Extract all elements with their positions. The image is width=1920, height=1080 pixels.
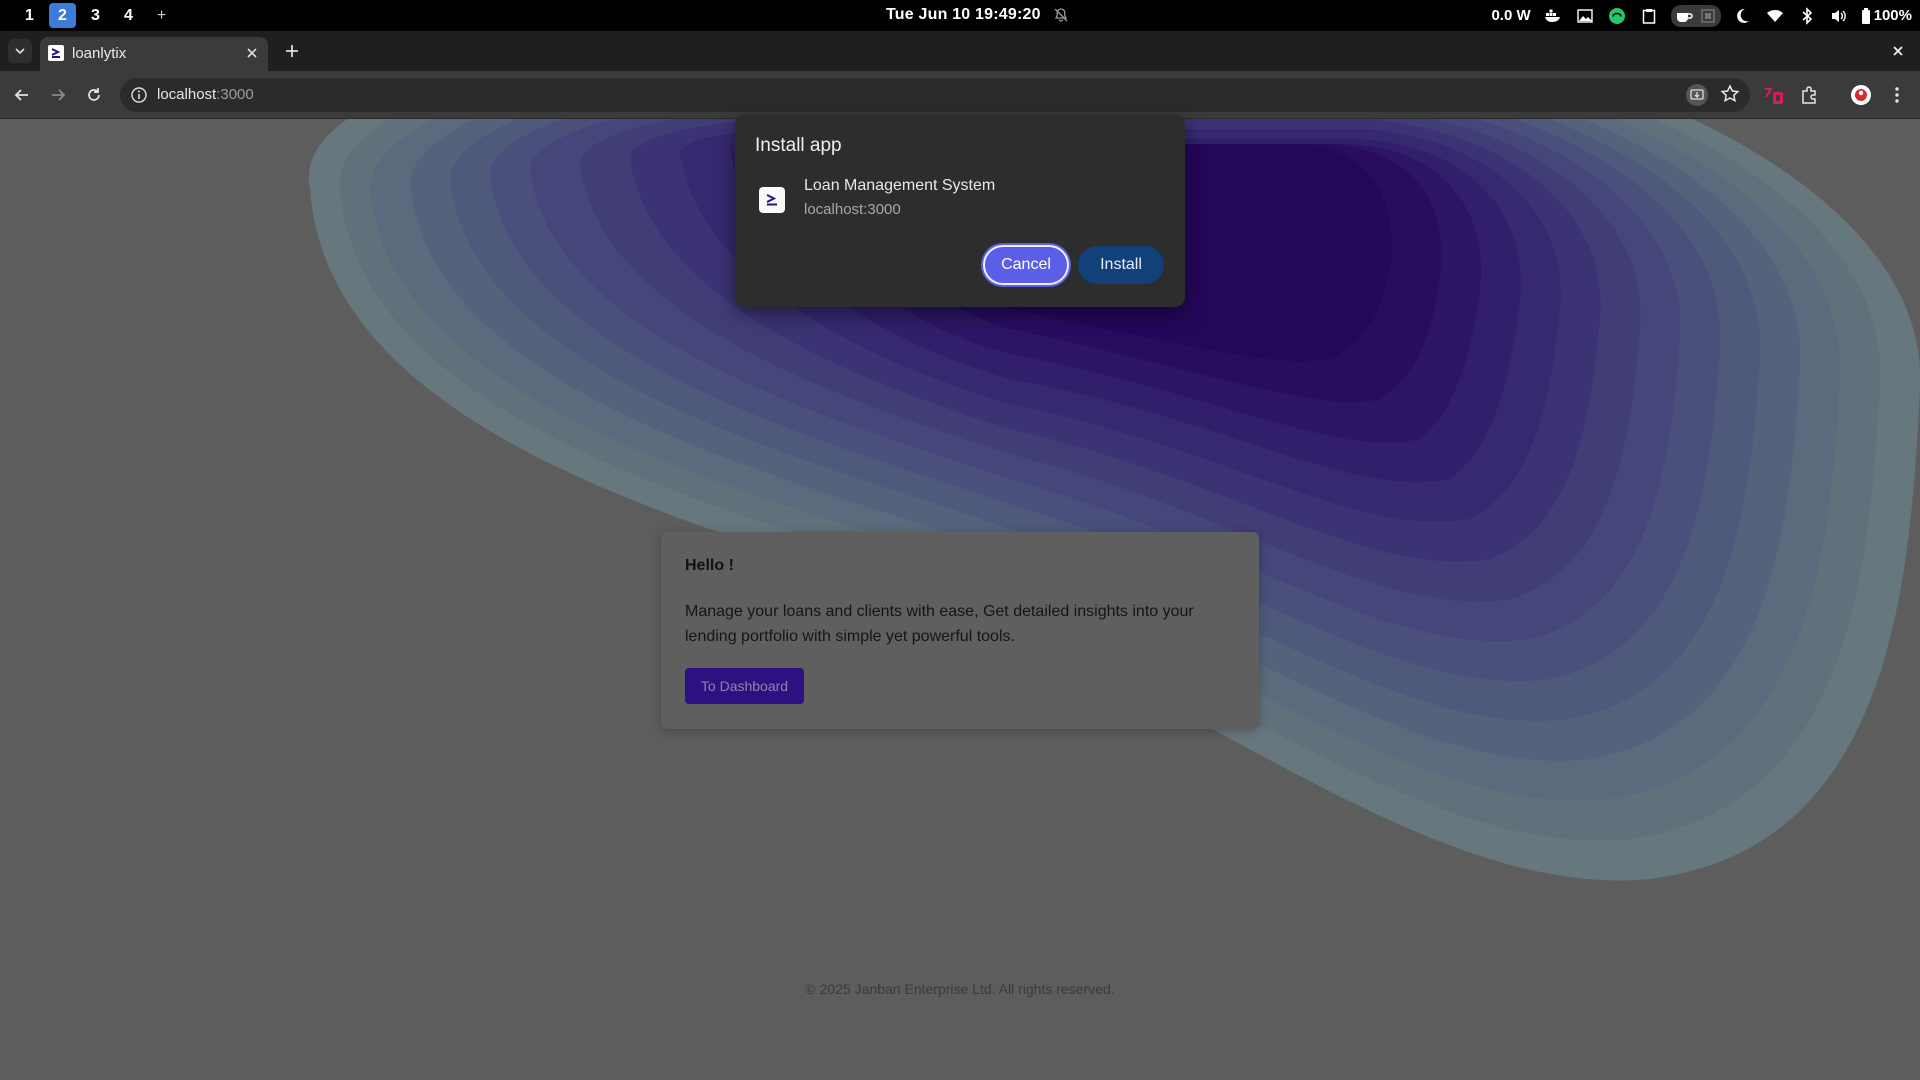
workspace-3[interactable]: 3 [82,3,109,28]
workspace-1[interactable]: 1 [16,3,43,28]
tray-group [1670,4,1721,27]
app-icon [759,187,785,213]
workspace-switcher: 1 2 3 4 + [16,3,175,28]
browser-tab-active[interactable]: loanlytix [40,37,268,71]
footer-copyright: © 2025 Janban Enterprise Ltd. All rights… [805,981,1115,997]
extensions-puzzle-icon[interactable] [1797,83,1821,107]
battery-icon [1861,7,1870,24]
clock[interactable]: Tue Jun 10 19:49:20 [886,6,1041,24]
site-info-icon[interactable] [130,86,148,104]
volume-icon[interactable] [1829,6,1849,26]
wifi-icon[interactable] [1765,6,1785,26]
battery-level: 100% [1873,7,1912,24]
browser-menu-button[interactable] [1885,83,1909,107]
app-favicon-icon [48,45,64,61]
cancel-button[interactable]: Cancel [983,245,1069,285]
to-dashboard-button[interactable]: To Dashboard [685,668,804,704]
add-workspace-button[interactable]: + [148,3,175,28]
bluetooth-icon[interactable] [1797,6,1817,26]
system-tray: 0.0 W 100% [1491,0,1912,31]
forward-button[interactable] [46,83,70,107]
address-bar[interactable]: localhost:3000 [120,78,1750,112]
arrow-left-icon [14,89,28,101]
coffee-icon[interactable] [1674,6,1694,26]
tab-title: loanlytix [72,45,127,62]
chat-app-icon[interactable] [1607,6,1627,26]
system-top-bar: 1 2 3 4 + Tue Jun 10 19:49:20 0.0 W 100% [0,0,1920,31]
dialog-app-url: localhost:3000 [804,201,901,218]
new-tab-button[interactable] [282,41,302,61]
reload-button[interactable] [82,83,106,107]
browser-toolbar: localhost:3000 [0,71,1920,119]
url-port: :3000 [216,86,254,103]
docker-icon[interactable] [1543,6,1563,26]
browser-tab-strip: loanlytix [0,31,1920,71]
night-mode-icon[interactable] [1733,6,1753,26]
install-button[interactable]: Install [1078,246,1164,284]
dialog-app-name: Loan Management System [804,177,996,194]
clipboard-icon[interactable] [1639,6,1659,26]
url-host: localhost [157,86,217,103]
workspace-4[interactable]: 4 [115,3,142,28]
extension-badge-icon[interactable] [1762,83,1786,107]
notifications-muted-icon[interactable] [1053,7,1069,23]
back-button[interactable] [10,83,34,107]
arrow-right-icon [52,89,66,101]
window-close-button[interactable] [1888,41,1908,61]
chevron-down-icon [15,48,25,55]
workspace-2[interactable]: 2 [49,3,76,28]
tab-close-icon[interactable] [244,45,260,61]
card-description: Manage your loans and clients with ease,… [685,603,1194,645]
close-icon [1893,46,1903,56]
plus-icon [286,45,298,57]
install-app-icon[interactable] [1686,84,1708,111]
card-title: Hello ! [685,557,734,574]
install-app-dialog: Install app Loan Management System local… [735,115,1185,307]
url-text: localhost:3000 [157,86,254,103]
profile-avatar[interactable] [1849,83,1873,107]
bookmark-star-icon[interactable] [1720,84,1740,111]
tab-search-button[interactable] [8,39,32,63]
dialog-title: Install app [755,135,842,156]
image-viewer-icon[interactable] [1575,6,1595,26]
kebab-menu-icon [1895,87,1899,103]
welcome-card: Hello ! Manage your loans and clients wi… [661,532,1259,729]
window-icon[interactable] [1698,6,1718,26]
battery-indicator[interactable]: 100% [1861,7,1912,24]
power-usage: 0.0 W [1491,7,1531,24]
address-bar-actions [1686,84,1740,111]
reload-icon [88,88,100,101]
